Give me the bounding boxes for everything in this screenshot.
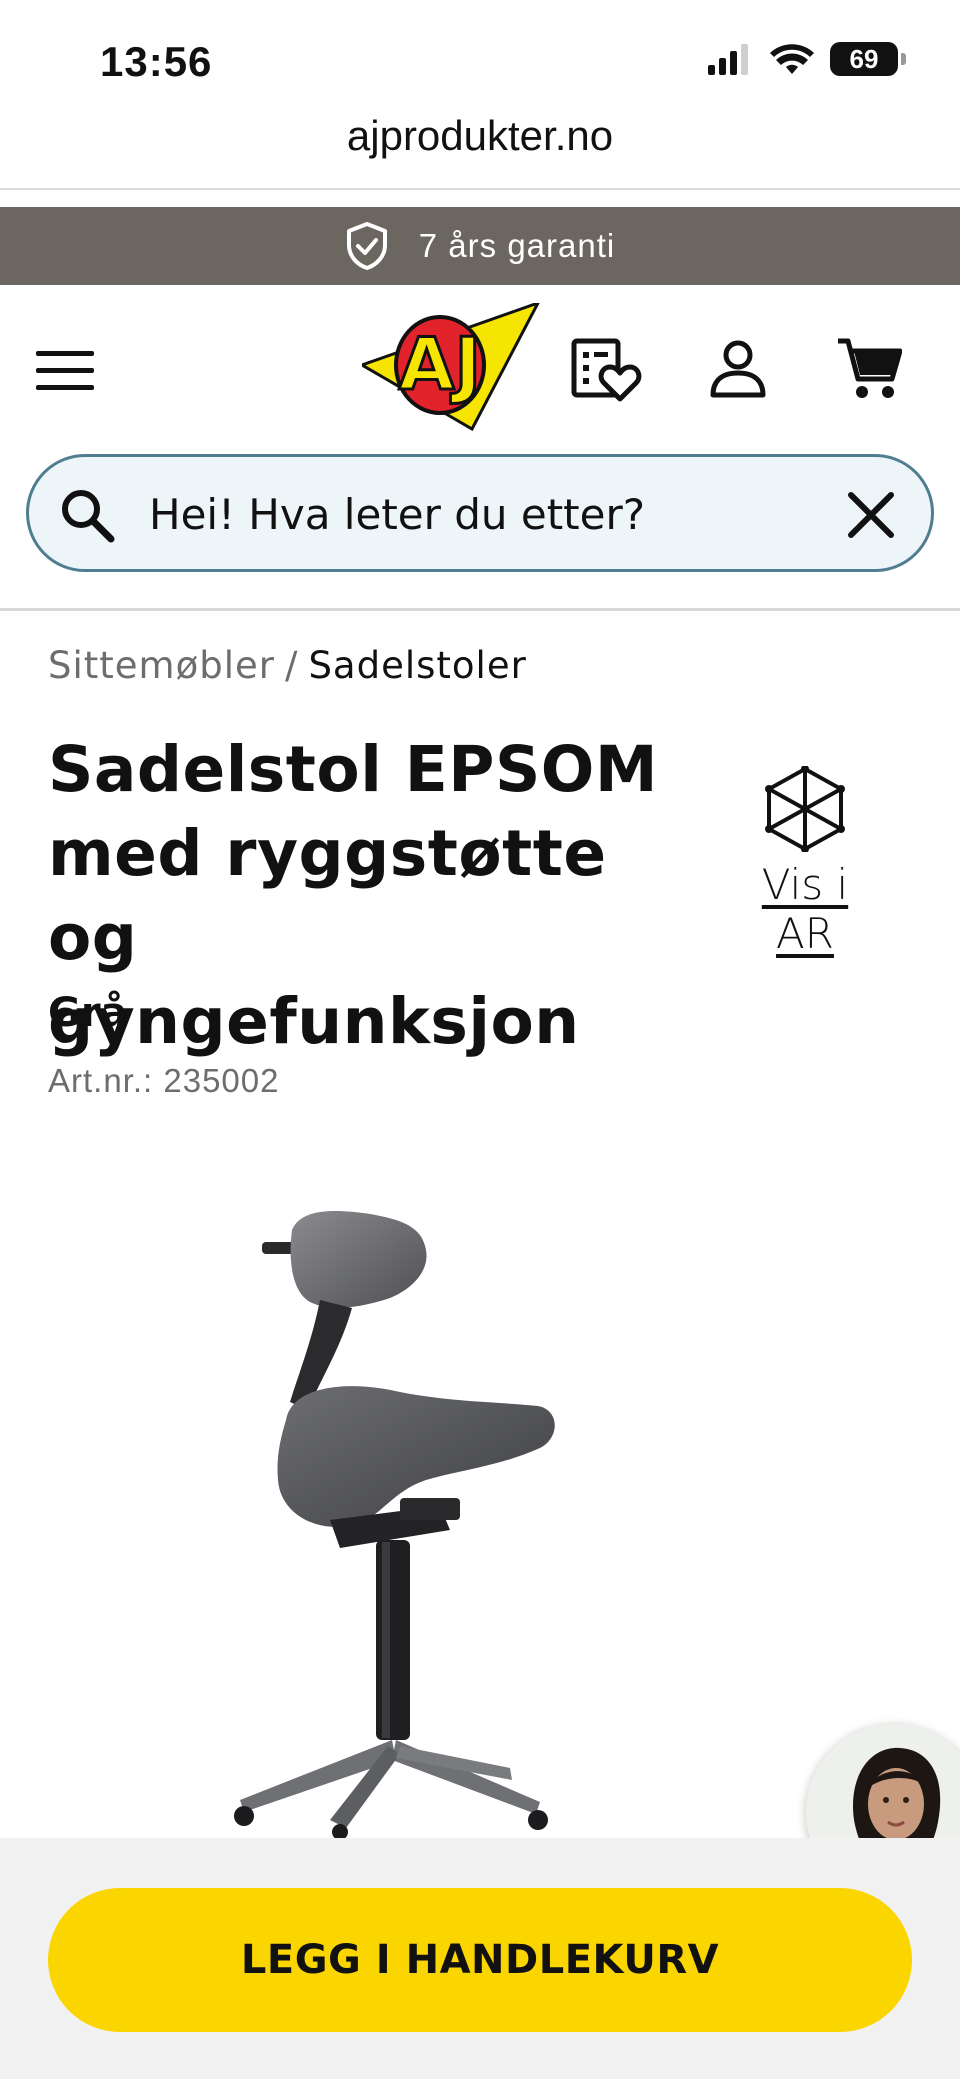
status-time: 13:56: [100, 38, 213, 85]
close-icon[interactable]: [847, 491, 895, 539]
status-icons: 69: [706, 42, 906, 76]
product-title: Sadelstol EPSOM med ryggstøtte og gyngef…: [48, 728, 698, 1064]
battery-level: 69: [849, 43, 879, 74]
search-bar: [26, 454, 934, 572]
bottom-action-bar: LEGG I HANDLEKURV: [0, 1838, 960, 2079]
divider: [0, 608, 960, 611]
view-in-ar-button[interactable]: Vis i AR: [730, 766, 880, 958]
search-icon[interactable]: [59, 487, 115, 543]
product-title-line: Sadelstol EPSOM: [48, 733, 659, 806]
cart-icon[interactable]: [836, 337, 902, 401]
logo-text: AJ: [399, 322, 482, 406]
menu-icon[interactable]: [36, 349, 94, 393]
wifi-icon: [770, 44, 814, 74]
breadcrumb-separator: /: [284, 644, 299, 687]
status-bar: 13:56 69: [0, 0, 960, 118]
site-header: AJ: [0, 285, 960, 445]
product-variant: Grå: [48, 990, 128, 1036]
breadcrumb: Sittemøbler / Sadelstoler: [48, 644, 527, 687]
product-title-line: med ryggstøtte og: [48, 817, 607, 974]
breadcrumb-current-link[interactable]: Sadelstoler: [308, 644, 526, 687]
battery-icon: 69: [830, 42, 906, 76]
product-image[interactable]: [200, 1180, 760, 1840]
aj-logo[interactable]: AJ: [362, 303, 542, 431]
article-number: Art.nr.: 235002: [48, 1062, 280, 1099]
account-icon[interactable]: [710, 339, 766, 399]
breadcrumb-parent-link[interactable]: Sittemøbler: [48, 644, 275, 687]
divider: [0, 188, 960, 190]
guarantee-banner[interactable]: 7 års garanti: [0, 207, 960, 285]
wishlist-icon[interactable]: [570, 337, 642, 403]
guarantee-text: 7 års garanti: [418, 227, 616, 264]
search-input[interactable]: [149, 485, 829, 543]
browser-url[interactable]: ajprodukter.no: [0, 112, 960, 160]
signal-icon: [708, 44, 748, 75]
shield-check-icon: [346, 222, 387, 270]
ar-label: Vis i AR: [761, 860, 849, 958]
add-to-cart-button[interactable]: LEGG I HANDLEKURV: [48, 1888, 912, 2032]
ar-cube-icon: [765, 766, 845, 852]
